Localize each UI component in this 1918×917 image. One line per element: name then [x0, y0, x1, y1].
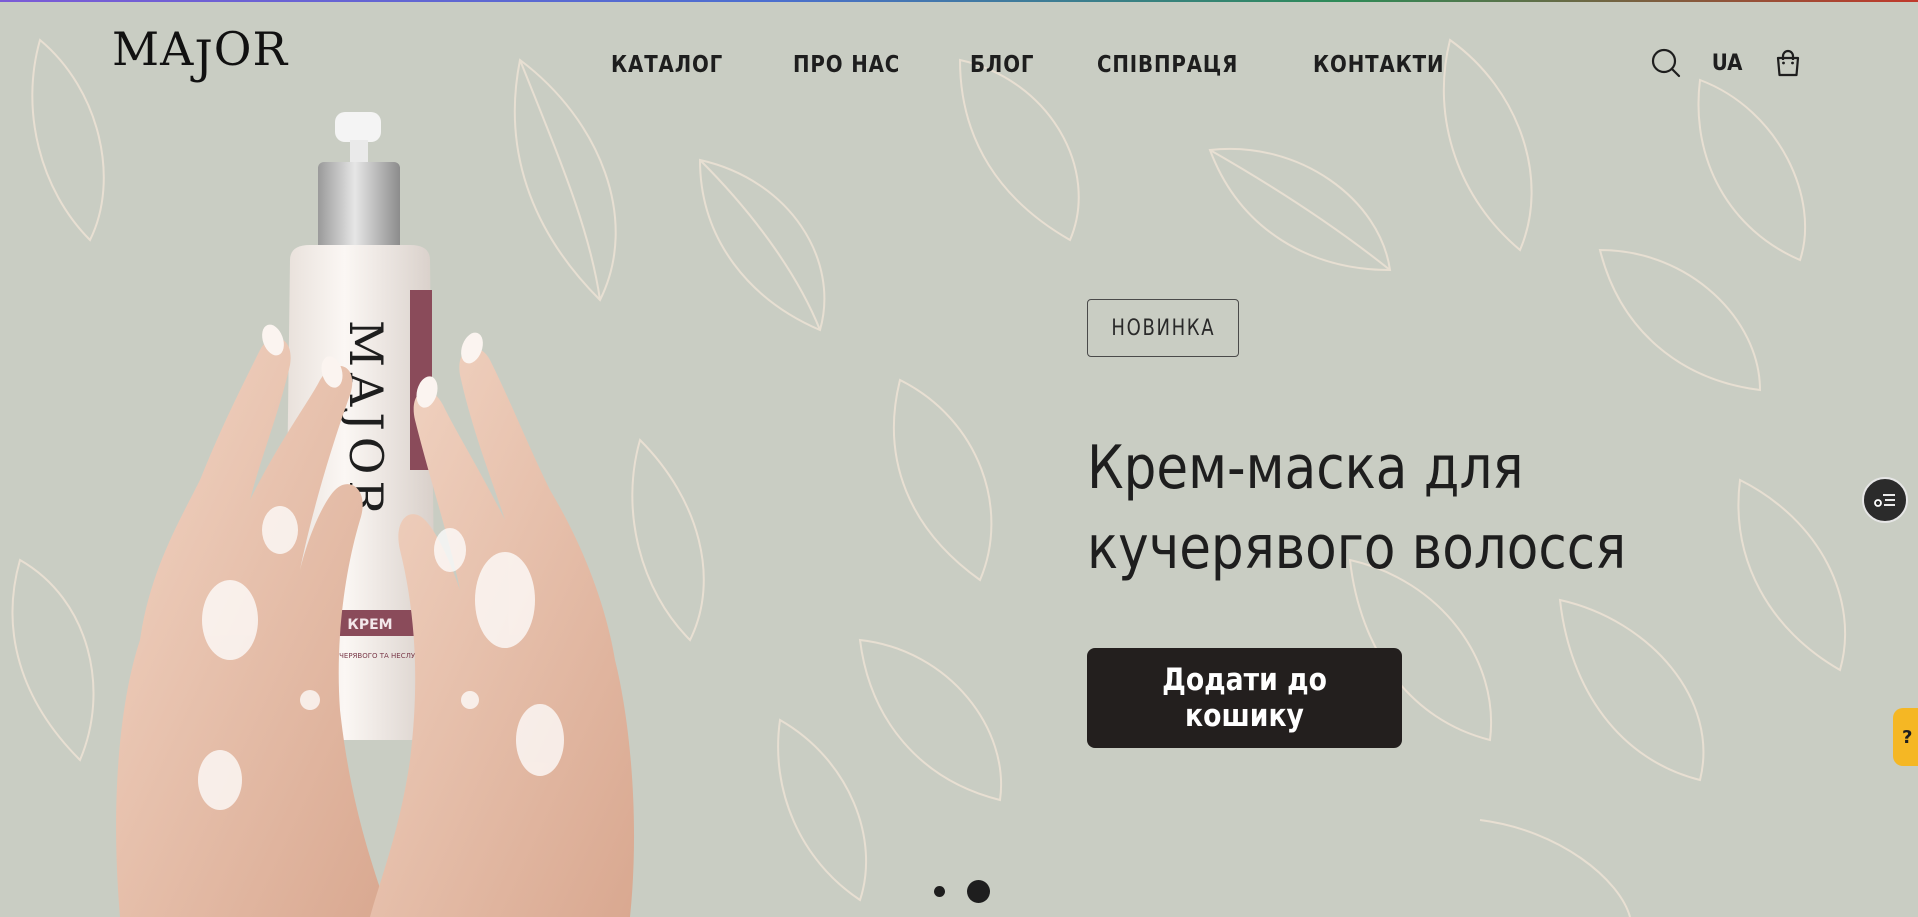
help-tab[interactable]: ? [1893, 708, 1918, 766]
logo-text-j: J [194, 30, 214, 84]
add-to-cart-label: Додати до кошику [1162, 662, 1327, 734]
new-product-badge: НОВИНКА [1087, 299, 1239, 357]
badge-label: НОВИНКА [1111, 315, 1215, 341]
bottle-label-text: КРЕМ [347, 617, 392, 633]
list-settings-icon[interactable] [1862, 477, 1908, 523]
shopping-bag-icon[interactable] [1772, 47, 1804, 79]
header-tools: UA [1650, 47, 1804, 79]
logo-text-left: MA [112, 22, 195, 76]
nav-item-about[interactable]: ПРО НАС [793, 52, 900, 78]
help-tab-label: ? [1902, 726, 1913, 748]
nav-item-contacts[interactable]: КОНТАКТИ [1313, 52, 1444, 78]
slider-dot-1[interactable] [934, 886, 945, 897]
hero-title: Крем-маска для кучерявого волосся [1087, 433, 1627, 583]
language-switcher[interactable]: UA [1712, 51, 1743, 76]
main-navigation: КАТАЛОГ ПРО НАС БЛОГ СПІВПРАЦЯ КОНТАКТИ [611, 52, 1466, 78]
nav-item-catalog[interactable]: КАТАЛОГ [611, 52, 723, 78]
brand-logo[interactable]: MAJOR [112, 26, 288, 80]
product-hero-image: КРЕМ ДЛЯ КУЧЕРЯВОГО ТА НЕСЛУХ MAJOR [116, 112, 635, 917]
search-icon[interactable] [1650, 47, 1682, 79]
slider-pagination [934, 880, 990, 903]
slider-dot-2-active[interactable] [967, 880, 990, 903]
nav-item-cooperation[interactable]: СПІВПРАЦЯ [1097, 52, 1238, 78]
logo-text-right: OR [213, 22, 289, 76]
add-to-cart-button[interactable]: Додати до кошику [1087, 648, 1402, 748]
nav-item-blog[interactable]: БЛОГ [970, 52, 1034, 78]
